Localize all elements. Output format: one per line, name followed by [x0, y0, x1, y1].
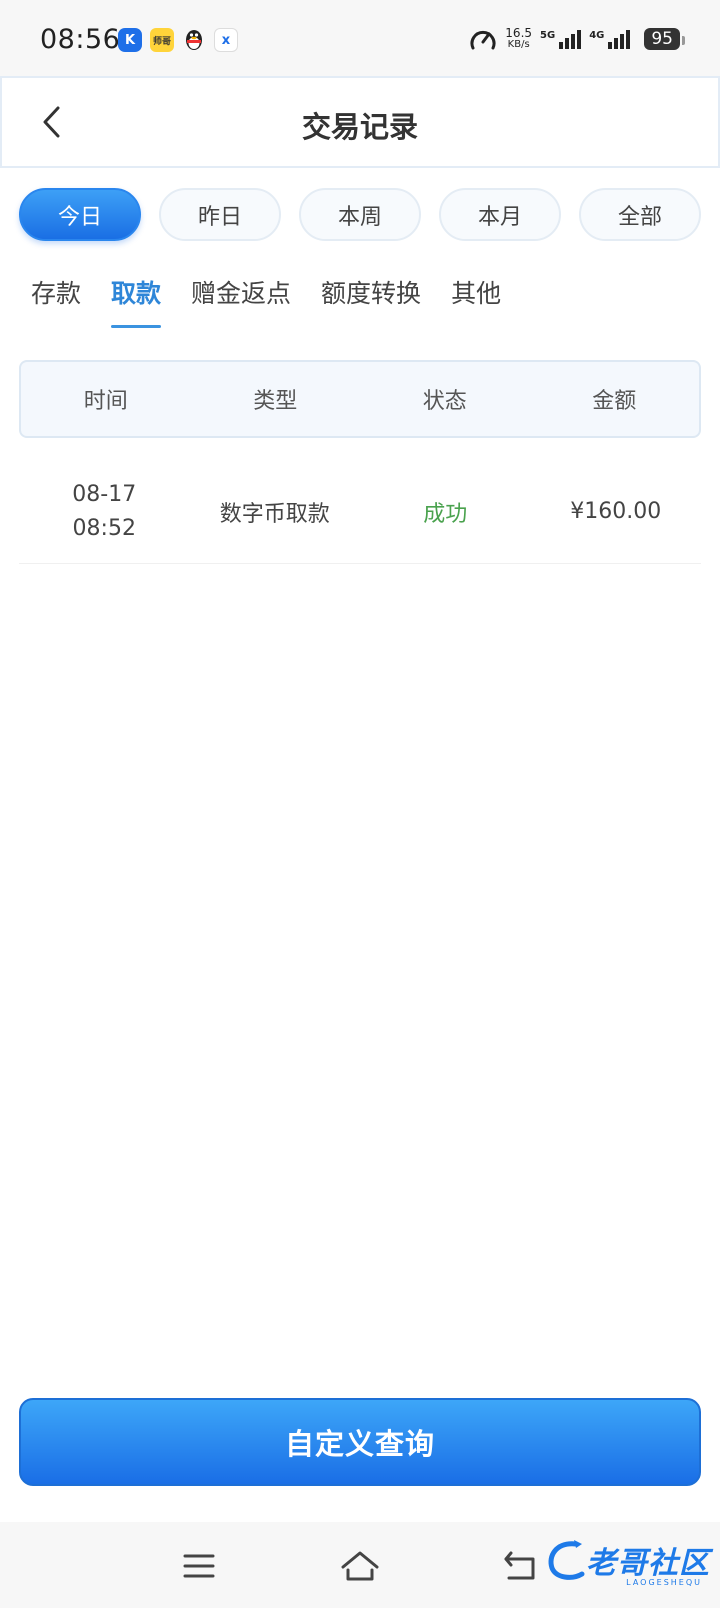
- row-date: 08-17: [72, 481, 137, 507]
- tab-bonus-rebate[interactable]: 赠金返点: [191, 274, 291, 330]
- menu-icon: [183, 1554, 215, 1578]
- watermark-text: 老哥社区: [586, 1546, 710, 1581]
- table-row[interactable]: 08-17 08:52 数字币取款 成功 ¥160.00: [19, 460, 701, 564]
- notification-icons: K 师哥 x: [118, 28, 238, 52]
- period-this-month[interactable]: 本月: [439, 188, 561, 241]
- menu-button[interactable]: [177, 1544, 221, 1588]
- tab-withdraw[interactable]: 取款: [111, 274, 162, 330]
- row-clock: 08:52: [72, 515, 136, 541]
- battery-indicator: 95: [644, 28, 685, 50]
- k-app-icon: K: [118, 28, 142, 52]
- home-button[interactable]: [338, 1544, 382, 1588]
- back-nav-button[interactable]: [498, 1544, 542, 1588]
- signal-4g-icon: 4G: [589, 29, 631, 49]
- watermark-logo: 老哥社区 LAOGESHEQU: [546, 1536, 710, 1587]
- network-speed: 16.5 KB/s: [505, 26, 533, 50]
- back-icon: [504, 1551, 535, 1580]
- app-header: 交易记录: [0, 76, 720, 168]
- yellow-app-icon: 师哥: [150, 28, 174, 52]
- tab-other[interactable]: 其他: [451, 274, 501, 330]
- tab-credit-transfer[interactable]: 额度转换: [321, 274, 421, 330]
- status-bar: 08:56 K 师哥 x 16.5 KB/s 5G 4G 95: [0, 0, 720, 78]
- page-title: 交易记录: [301, 110, 418, 144]
- period-today[interactable]: 今日: [19, 188, 141, 241]
- row-status: 成功: [423, 501, 468, 527]
- system-nav-bar: 老哥社区 LAOGESHEQU: [0, 1522, 720, 1608]
- row-type: 数字币取款: [219, 501, 330, 527]
- tab-deposit[interactable]: 存款: [31, 274, 81, 330]
- column-time: 时间: [83, 389, 128, 414]
- period-all[interactable]: 全部: [579, 188, 701, 241]
- period-yesterday[interactable]: 昨日: [159, 188, 281, 241]
- row-time: 08-17 08:52: [19, 478, 190, 546]
- column-type: 类型: [253, 389, 298, 414]
- home-icon: [341, 1551, 379, 1581]
- dragon-logo-icon: [548, 1540, 585, 1580]
- signal-5g-icon: 5G: [540, 29, 582, 49]
- column-amount: 金额: [592, 389, 637, 414]
- status-indicators: 16.5 KB/s 5G 4G 95: [469, 26, 685, 52]
- custom-query-button[interactable]: 自定义查询: [19, 1398, 701, 1486]
- x-app-icon: x: [214, 28, 238, 52]
- table-header: 时间 类型 状态 金额: [19, 360, 701, 438]
- qq-icon: [182, 28, 206, 52]
- status-time: 08:56: [40, 24, 121, 55]
- column-status: 状态: [422, 389, 467, 414]
- row-amount: ¥160.00: [570, 499, 662, 524]
- speedometer-icon: [470, 30, 496, 50]
- period-filter: 今日 昨日 本周 本月 全部: [19, 188, 701, 241]
- watermark-subtext: LAOGESHEQU: [626, 1578, 702, 1587]
- period-this-week[interactable]: 本周: [299, 188, 421, 241]
- category-tabs: 存款 取款 赠金返点 额度转换 其他: [31, 274, 501, 330]
